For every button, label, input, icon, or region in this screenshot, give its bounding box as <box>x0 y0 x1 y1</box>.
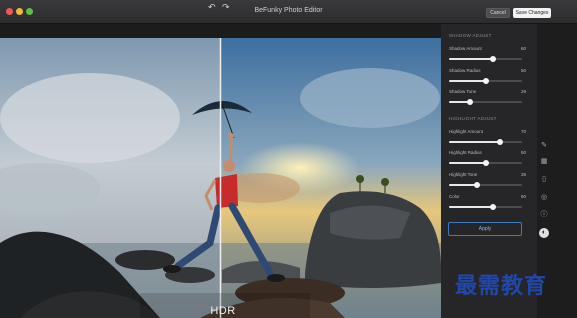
slider-fill <box>449 141 501 143</box>
slider-value: 50 <box>520 68 526 73</box>
slider-label: Shadow Radius <box>449 68 481 73</box>
slider-label: Highlight Tone <box>449 172 478 177</box>
editor-toolbar <box>0 24 441 38</box>
slider-handle[interactable] <box>482 78 489 84</box>
cancel-button[interactable]: Cancel <box>486 8 510 18</box>
shadow-section-title: SHADOW ADJUST <box>449 33 492 38</box>
wand-icon[interactable]: ✎ <box>539 141 549 151</box>
slider-fill <box>449 80 486 82</box>
slider-track[interactable] <box>449 99 522 105</box>
slider-handle[interactable] <box>482 160 489 166</box>
filter-name-label: HDR <box>210 305 236 317</box>
slider-track[interactable] <box>449 204 522 210</box>
phone-icon[interactable]: ▯ <box>539 175 549 185</box>
slider-value: 60 <box>520 46 526 51</box>
slider-handle[interactable] <box>489 56 496 62</box>
slider-track[interactable] <box>449 182 522 188</box>
slider-label: Shadow Tone <box>449 89 477 94</box>
slider-track[interactable] <box>449 160 522 166</box>
slider-fill <box>449 162 486 164</box>
slider-value: 70 <box>520 129 526 134</box>
photo-canvas[interactable] <box>0 38 441 318</box>
watermark-logo: 最需教育 <box>455 274 548 299</box>
slider-fill <box>449 184 478 186</box>
slider-handle[interactable] <box>489 204 496 210</box>
slider-track[interactable] <box>449 56 522 62</box>
photo-image <box>0 38 441 318</box>
info-icon[interactable]: ⓘ <box>539 210 549 220</box>
undo-icon[interactable]: ↶ <box>208 0 216 14</box>
slider-value: 60 <box>520 194 526 199</box>
highlight-section-title: HIGHLIGHT ADJUST <box>449 116 497 121</box>
apply-button[interactable]: Apply <box>448 222 522 236</box>
save-changes-button[interactable]: Save Changes <box>513 8 551 18</box>
slider-value: 39 <box>520 172 526 177</box>
eye-icon[interactable]: ◎ <box>539 193 549 203</box>
slider-label: Highlight Amount <box>449 129 484 134</box>
slider-label: Highlight Radius <box>449 150 482 155</box>
slider-fill <box>449 206 493 208</box>
slider-label: Shadow Amount <box>449 46 482 51</box>
slider-track[interactable] <box>449 139 522 145</box>
slider-track[interactable] <box>449 78 522 84</box>
grid-icon[interactable]: ▦ <box>539 157 549 167</box>
slider-fill <box>449 58 493 60</box>
slider-label: Color <box>449 194 460 199</box>
slider-value: 50 <box>520 150 526 155</box>
contrast-icon[interactable]: ◐ <box>539 228 549 238</box>
slider-value: 29 <box>520 89 526 94</box>
redo-icon[interactable]: ↷ <box>222 0 230 14</box>
